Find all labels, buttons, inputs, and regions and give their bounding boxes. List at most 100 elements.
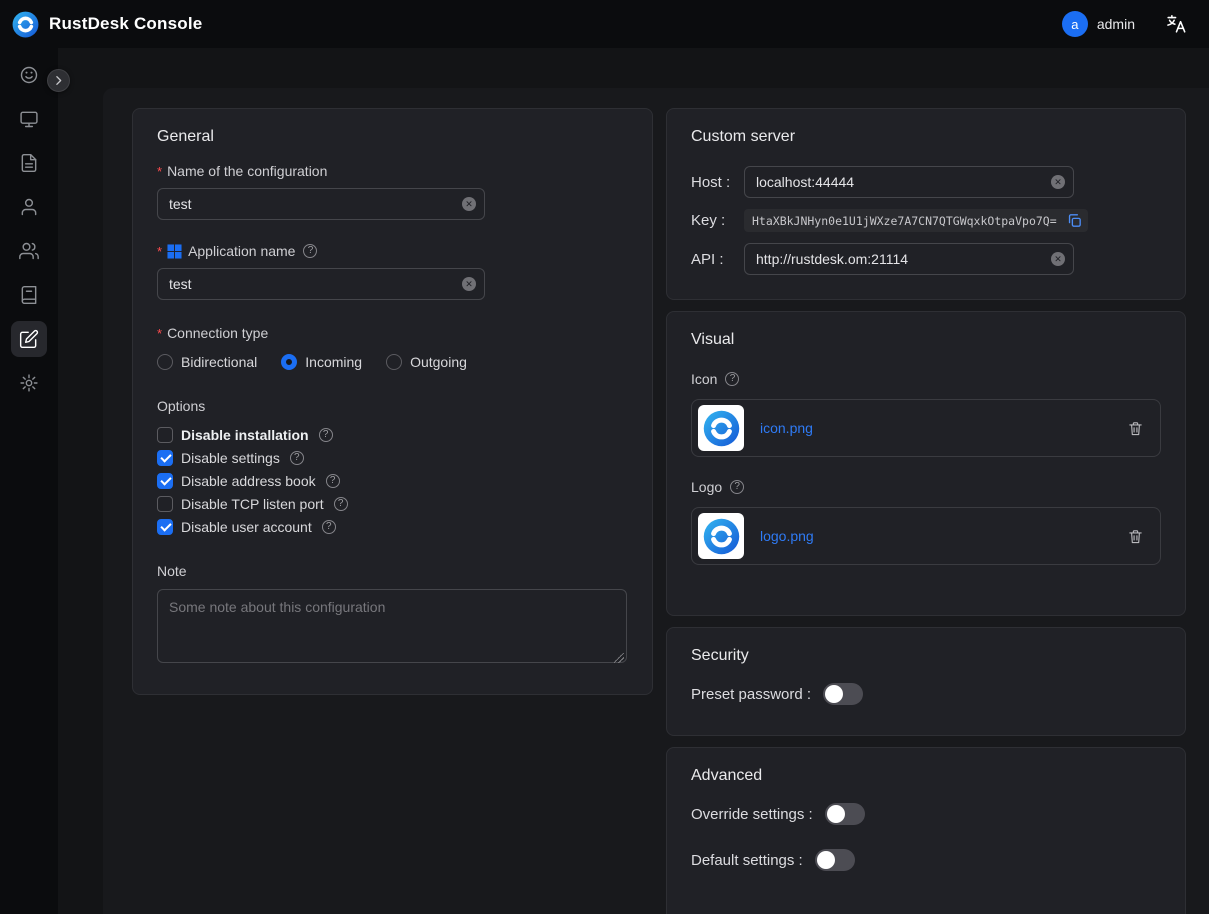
sidebar-item-groups[interactable]: [11, 233, 47, 269]
note-textarea[interactable]: [157, 589, 627, 663]
app-name-input[interactable]: [157, 268, 485, 300]
checkbox-disable-installation[interactable]: Disable installation ?: [157, 427, 628, 443]
left-column: General * Name of the configuration ✕ *: [132, 108, 653, 695]
smile-icon: [19, 65, 39, 85]
sidebar-item-users[interactable]: [11, 189, 47, 225]
sidebar-item-documents[interactable]: [11, 145, 47, 181]
icon-file-row: icon.png: [691, 399, 1161, 457]
api-row: API : ✕: [691, 243, 1161, 275]
sidebar-item-devices[interactable]: [11, 101, 47, 137]
sidebar-item-custom-clients[interactable]: [11, 321, 47, 357]
help-icon[interactable]: ?: [730, 480, 744, 494]
connection-type-radio-group: Bidirectional Incoming Outgoing: [157, 354, 628, 370]
preset-password-toggle[interactable]: [823, 683, 863, 705]
name-field-label: * Name of the configuration: [157, 163, 628, 179]
api-input[interactable]: [744, 243, 1074, 275]
radio-label: Outgoing: [410, 354, 467, 370]
api-label: API :: [691, 251, 744, 268]
host-input[interactable]: [744, 166, 1074, 198]
clear-icon[interactable]: ✕: [1051, 252, 1065, 266]
radio-bidirectional[interactable]: Bidirectional: [157, 354, 257, 370]
name-input[interactable]: [157, 188, 485, 220]
custom-server-card: Custom server Host : ✕ Key : HtaXBkJNHyn…: [666, 108, 1186, 300]
default-settings-label: Default settings :: [691, 852, 803, 869]
checkbox-indicator[interactable]: [157, 519, 173, 535]
radio-indicator[interactable]: [281, 354, 297, 370]
options-checkbox-group: Disable installation ? Disable settings …: [157, 427, 628, 535]
default-settings-toggle[interactable]: [815, 849, 855, 871]
help-icon[interactable]: ?: [334, 497, 348, 511]
required-asterisk: *: [157, 326, 162, 341]
copy-icon[interactable]: [1066, 212, 1083, 229]
sidebar-item-settings[interactable]: [11, 365, 47, 401]
help-icon[interactable]: ?: [319, 428, 333, 442]
rustdesk-console-page: RustDesk Console a admin: [0, 0, 1209, 914]
override-settings-row: Override settings :: [691, 803, 1161, 825]
override-settings-toggle[interactable]: [825, 803, 865, 825]
top-bar: RustDesk Console a admin: [0, 0, 1209, 48]
override-settings-label: Override settings :: [691, 806, 813, 823]
users-icon: [19, 241, 39, 261]
help-icon[interactable]: ?: [290, 451, 304, 465]
checkbox-disable-settings[interactable]: Disable settings ?: [157, 450, 628, 466]
trash-icon[interactable]: [1127, 528, 1144, 545]
help-icon[interactable]: ?: [303, 244, 317, 258]
gear-icon: [19, 373, 39, 393]
checkbox-indicator[interactable]: [157, 473, 173, 489]
checkbox-label: Disable user account: [181, 519, 312, 535]
app-name-input-wrap: ✕: [157, 268, 485, 300]
key-row: Key : HtaXBkJNHyn0e1U1jWXze7A7CN7QTGWqxk…: [691, 209, 1161, 232]
checkbox-indicator[interactable]: [157, 450, 173, 466]
note-textarea-wrap: [157, 589, 627, 668]
checkbox-indicator[interactable]: [157, 427, 173, 443]
checkbox-disable-tcp-listen-port[interactable]: Disable TCP listen port ?: [157, 496, 628, 512]
clear-icon[interactable]: ✕: [462, 197, 476, 211]
sidebar-expand-button[interactable]: [47, 69, 70, 92]
avatar[interactable]: a: [1062, 11, 1088, 37]
required-asterisk: *: [157, 244, 162, 259]
sidebar: [0, 48, 58, 914]
icon-filename-link[interactable]: icon.png: [760, 420, 1127, 436]
radio-label: Bidirectional: [181, 354, 257, 370]
radio-indicator[interactable]: [157, 354, 173, 370]
clear-icon[interactable]: ✕: [462, 277, 476, 291]
app-name-label-text: Application name: [188, 243, 295, 259]
checkbox-indicator[interactable]: [157, 496, 173, 512]
host-input-wrap: ✕: [744, 166, 1074, 198]
rustdesk-logo-icon: [12, 11, 39, 38]
radio-incoming[interactable]: Incoming: [281, 354, 362, 370]
host-label: Host :: [691, 174, 744, 191]
right-column: Custom server Host : ✕ Key : HtaXBkJNHyn…: [666, 108, 1186, 914]
clear-icon[interactable]: ✕: [1051, 175, 1065, 189]
radio-indicator[interactable]: [386, 354, 402, 370]
trash-icon[interactable]: [1127, 420, 1144, 437]
sidebar-item-address-book[interactable]: [11, 277, 47, 313]
username[interactable]: admin: [1097, 16, 1135, 32]
app-title: RustDesk Console: [49, 14, 202, 34]
checkbox-disable-user-account[interactable]: Disable user account ?: [157, 519, 628, 535]
help-icon[interactable]: ?: [326, 474, 340, 488]
icon-thumbnail: [698, 405, 744, 451]
help-icon[interactable]: ?: [725, 372, 739, 386]
visual-card: Visual Icon ? icon.png: [666, 311, 1186, 616]
file-text-icon: [19, 153, 39, 173]
general-card-title: General: [157, 128, 628, 146]
host-row: Host : ✕: [691, 166, 1161, 198]
advanced-title: Advanced: [691, 767, 1161, 785]
book-icon: [19, 285, 39, 305]
logo-file-row: logo.png: [691, 507, 1161, 565]
logo-filename-link[interactable]: logo.png: [760, 528, 1127, 544]
checkbox-label: Disable TCP listen port: [181, 496, 324, 512]
help-icon[interactable]: ?: [322, 520, 336, 534]
security-card: Security Preset password :: [666, 627, 1186, 736]
icon-upload-label: Icon ?: [691, 371, 1161, 387]
checkbox-disable-address-book[interactable]: Disable address book ?: [157, 473, 628, 489]
connection-type-label: * Connection type: [157, 325, 628, 341]
language-translate-icon[interactable]: [1165, 13, 1187, 35]
checkbox-label: Disable settings: [181, 450, 280, 466]
advanced-card: Advanced Override settings : Default set…: [666, 747, 1186, 914]
radio-outgoing[interactable]: Outgoing: [386, 354, 467, 370]
sidebar-item-dashboard[interactable]: [11, 57, 47, 93]
icon-label-text: Icon: [691, 371, 717, 387]
options-label: Options: [157, 398, 628, 414]
